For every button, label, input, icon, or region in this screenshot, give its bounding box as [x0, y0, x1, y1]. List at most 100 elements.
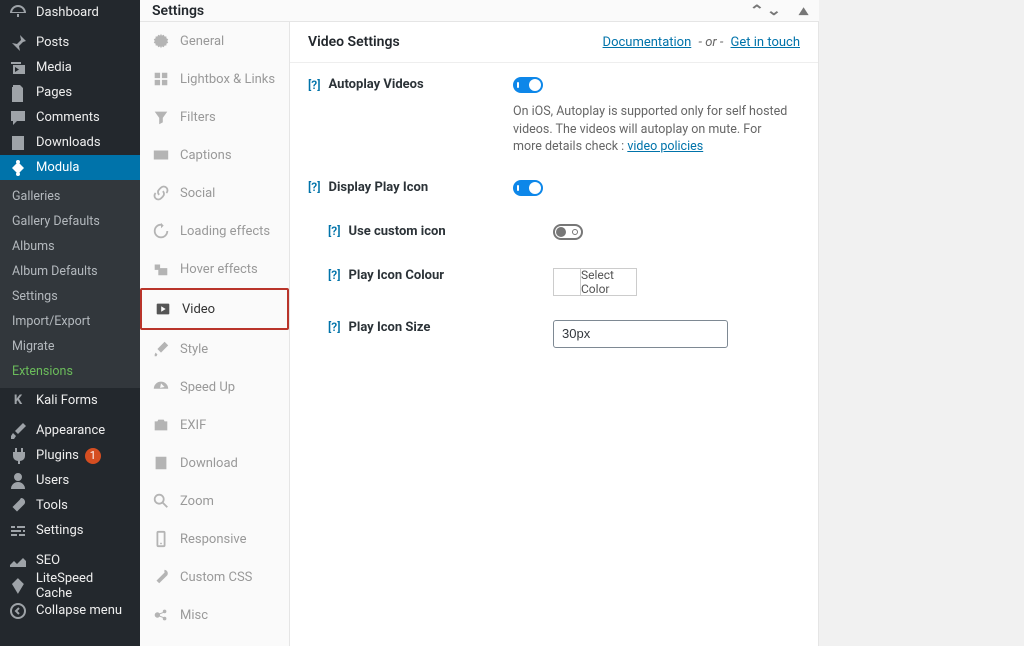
subnav-extensions[interactable]: Extensions: [0, 359, 140, 384]
help-icon[interactable]: ?: [328, 224, 341, 238]
litespeed-icon: [8, 576, 28, 596]
settings-panel-header: Settings ⌃ ⌄ ▴: [140, 0, 819, 22]
tab-label: General: [180, 34, 224, 49]
tab-hover-effects[interactable]: Hover effects: [140, 250, 289, 288]
filter-icon: [152, 108, 170, 126]
field-play-icon-size: ?Play Icon Size: [290, 306, 818, 358]
subnav-album-defaults[interactable]: Album Defaults: [0, 259, 140, 284]
nav-tools[interactable]: Tools: [0, 493, 140, 518]
nav-settings[interactable]: Settings: [0, 518, 140, 543]
nav-users[interactable]: Users: [0, 468, 140, 493]
nav-label: SEO: [36, 553, 60, 568]
field-label: Autoplay Videos: [329, 77, 424, 92]
tab-label: Hover effects: [180, 262, 258, 277]
link-icon: [152, 184, 170, 202]
nav-label: Comments: [36, 110, 100, 125]
tab-filters[interactable]: Filters: [140, 98, 289, 136]
nav-label: Dashboard: [36, 5, 99, 20]
nav-label: Plugins: [36, 448, 79, 463]
subnav-galleries[interactable]: Galleries: [0, 184, 140, 209]
nav-media[interactable]: Media: [0, 55, 140, 80]
panel-toggle[interactable]: ▴: [799, 3, 808, 19]
video-policies-link[interactable]: video policies: [627, 139, 703, 154]
caption-icon: [152, 146, 170, 164]
tab-label: Loading effects: [180, 224, 270, 239]
custom-icon-toggle[interactable]: [553, 224, 583, 240]
tab-responsive[interactable]: Responsive: [140, 520, 289, 558]
subnav-settings[interactable]: Settings: [0, 284, 140, 309]
nav-label: Users: [36, 473, 69, 488]
collapse-icon: [8, 601, 28, 621]
field-label: Play Icon Colour: [349, 268, 445, 283]
subnav-albums[interactable]: Albums: [0, 234, 140, 259]
tab-loading-effects[interactable]: Loading effects: [140, 212, 289, 250]
brush-icon: [8, 421, 28, 441]
select-color-label: Select Color: [581, 269, 636, 295]
nav-comments[interactable]: Comments: [0, 105, 140, 130]
tab-lightbox[interactable]: Lightbox & Links: [140, 60, 289, 98]
tab-label: Download: [180, 456, 238, 471]
tab-label: Speed Up: [180, 380, 235, 395]
subnav-gallery-defaults[interactable]: Gallery Defaults: [0, 209, 140, 234]
tab-general[interactable]: General: [140, 22, 289, 60]
hover-icon: [152, 260, 170, 278]
panel-move-up[interactable]: ⌃: [749, 3, 764, 19]
help-icon[interactable]: ?: [328, 320, 341, 334]
nav-label: Tools: [36, 498, 68, 513]
nav-label: Modula: [36, 160, 80, 175]
display-play-icon-toggle[interactable]: [513, 180, 543, 196]
user-icon: [8, 471, 28, 491]
nav-label: Collapse menu: [36, 603, 122, 618]
page-icon: [8, 83, 28, 103]
sliders-icon: [8, 521, 28, 541]
nav-dashboard[interactable]: Dashboard: [0, 0, 140, 25]
autoplay-toggle[interactable]: [513, 77, 543, 93]
tab-speed-up[interactable]: Speed Up: [140, 368, 289, 406]
tab-misc[interactable]: Misc: [140, 596, 289, 634]
tab-social[interactable]: Social: [140, 174, 289, 212]
nav-appearance[interactable]: Appearance: [0, 418, 140, 443]
comment-icon: [8, 108, 28, 128]
seo-icon: [8, 551, 28, 571]
tab-zoom[interactable]: Zoom: [140, 482, 289, 520]
tab-download[interactable]: Download: [140, 444, 289, 482]
tab-style[interactable]: Style: [140, 330, 289, 368]
tab-label: Social: [180, 186, 215, 201]
nav-posts[interactable]: Posts: [0, 30, 140, 55]
play-icon-size-input[interactable]: [553, 320, 728, 348]
nav-downloads[interactable]: Downloads: [0, 130, 140, 155]
tab-video[interactable]: Video: [140, 288, 289, 330]
tab-custom-css[interactable]: Custom CSS: [140, 558, 289, 596]
content-header: Video Settings Documentation - or - Get …: [290, 22, 818, 63]
nav-collapse-menu[interactable]: Collapse menu: [0, 598, 140, 623]
play-icon: [154, 300, 172, 318]
tab-captions[interactable]: Captions: [140, 136, 289, 174]
subnav-migrate[interactable]: Migrate: [0, 334, 140, 359]
plugins-badge: 1: [85, 448, 101, 464]
help-icon[interactable]: ?: [328, 268, 341, 282]
dashboard-icon: [8, 3, 28, 23]
nav-plugins[interactable]: Plugins 1: [0, 443, 140, 468]
subnav-import-export[interactable]: Import/Export: [0, 309, 140, 334]
modula-icon: [8, 158, 28, 178]
tab-label: Zoom: [180, 494, 214, 509]
nav-kali-forms[interactable]: KKali Forms: [0, 388, 140, 413]
help-icon[interactable]: ?: [308, 180, 321, 194]
panel-move-down[interactable]: ⌄: [766, 3, 781, 19]
tab-label: EXIF: [180, 418, 206, 433]
select-color-button[interactable]: Select Color: [553, 268, 637, 296]
help-icon[interactable]: ?: [308, 78, 321, 92]
nav-pages[interactable]: Pages: [0, 80, 140, 105]
autoplay-description: On iOS, Autoplay is supported only for s…: [513, 103, 793, 156]
tab-label: Style: [180, 342, 208, 357]
nav-modula[interactable]: Modula: [0, 155, 140, 180]
tab-exif[interactable]: EXIF: [140, 406, 289, 444]
plug-icon: [8, 446, 28, 466]
panel-title: Settings: [152, 3, 204, 19]
documentation-link[interactable]: Documentation: [603, 35, 692, 50]
nav-litespeed[interactable]: LiteSpeed Cache: [0, 573, 140, 598]
tab-label: Lightbox & Links: [180, 72, 275, 87]
nav-seo[interactable]: SEO: [0, 548, 140, 573]
get-in-touch-link[interactable]: Get in touch: [731, 35, 800, 50]
nav-label: Pages: [36, 85, 72, 100]
